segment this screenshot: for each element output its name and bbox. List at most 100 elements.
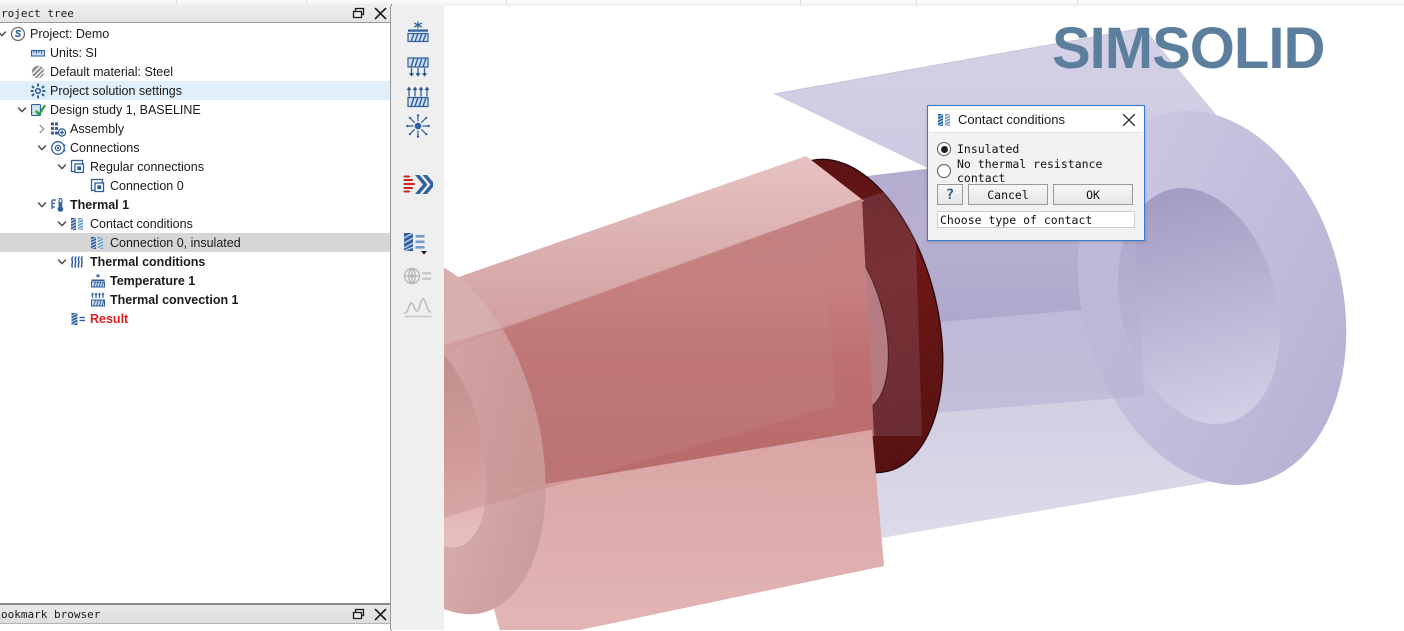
chevron-down-icon[interactable] bbox=[55, 252, 69, 271]
connection-icon bbox=[89, 176, 107, 195]
dialog-button-row: ? Cancel OK bbox=[937, 184, 1135, 205]
tree-item-label: Contact conditions bbox=[90, 217, 193, 231]
tree-item-label: Assembly bbox=[70, 122, 124, 136]
radio-no-thermal-resistance-indicator[interactable] bbox=[937, 164, 951, 178]
radio-option-no-thermal-resistance[interactable]: No thermal resistance contact bbox=[937, 161, 1135, 181]
tree-item-thermal-1[interactable]: Thermal 1 bbox=[0, 195, 391, 214]
result-icon bbox=[69, 309, 87, 328]
tree-item-default-material-steel[interactable]: Default material: Steel bbox=[0, 62, 391, 81]
tree-item-thermal-convection-1[interactable]: Thermal convection 1 bbox=[0, 290, 391, 309]
chevron-down-icon[interactable] bbox=[55, 157, 69, 176]
tree-spacer bbox=[75, 290, 89, 309]
close-icon[interactable] bbox=[1119, 110, 1139, 130]
close-icon[interactable] bbox=[374, 608, 387, 621]
assembly-icon bbox=[49, 119, 67, 138]
project-tree-panel: roject tree Project: Demo Units: SI Defaul… bbox=[0, 4, 392, 604]
tree-spacer bbox=[75, 176, 89, 195]
tree-item-connection-0[interactable]: Connection 0 bbox=[0, 176, 391, 195]
tree-item-label: Result bbox=[90, 312, 128, 326]
tree-item-label: Thermal conditions bbox=[90, 255, 205, 269]
tree-item-label: Temperature 1 bbox=[110, 274, 195, 288]
tree-item-units-si[interactable]: Units: SI bbox=[0, 43, 391, 62]
tree-item-design-study-1-baseline[interactable]: Design study 1, BASELINE bbox=[0, 100, 391, 119]
tree-item-connections[interactable]: Connections bbox=[0, 138, 391, 157]
tree-item-connection-0-insulated[interactable]: Connection 0, insulated bbox=[0, 233, 391, 252]
tree-item-label: Thermal 1 bbox=[70, 198, 129, 212]
tree-item-temperature-1[interactable]: Temperature 1 bbox=[0, 271, 391, 290]
tree-spacer bbox=[15, 81, 29, 100]
model-render bbox=[444, 6, 1404, 630]
tree-item-label: Default material: Steel bbox=[50, 65, 173, 79]
3d-viewport[interactable]: SIMSOLID Conta bbox=[444, 6, 1404, 630]
tree-item-label: Units: SI bbox=[50, 46, 97, 60]
chevron-down-icon[interactable] bbox=[35, 138, 49, 157]
tree-item-label: Connections bbox=[70, 141, 140, 155]
tree-item-contact-conditions[interactable]: Contact conditions bbox=[0, 214, 391, 233]
radio-no-thermal-resistance-label: No thermal resistance contact bbox=[957, 157, 1135, 185]
chevron-right-icon[interactable] bbox=[35, 119, 49, 138]
help-button[interactable]: ? bbox=[937, 184, 963, 205]
close-icon[interactable] bbox=[374, 7, 387, 20]
dialog-titlebar: Contact conditions bbox=[929, 107, 1143, 133]
tree-spacer bbox=[75, 233, 89, 252]
simsolid-project-icon bbox=[9, 24, 27, 43]
project-tree-title: roject tree bbox=[1, 7, 74, 20]
radio-insulated-indicator[interactable] bbox=[937, 142, 951, 156]
tree-item-project-demo[interactable]: Project: Demo bbox=[0, 24, 391, 43]
contact-conditions-icon bbox=[89, 233, 107, 252]
restore-icon[interactable] bbox=[352, 7, 365, 20]
radio-option-insulated[interactable]: Insulated bbox=[937, 139, 1135, 159]
connections-icon bbox=[49, 138, 67, 157]
chevron-down-icon[interactable] bbox=[35, 195, 49, 214]
chevron-down-icon[interactable] bbox=[55, 214, 69, 233]
radiation-icon[interactable] bbox=[391, 109, 445, 143]
tree-spacer bbox=[75, 271, 89, 290]
dialog-title: Contact conditions bbox=[958, 112, 1065, 127]
heat-flux-icon[interactable] bbox=[391, 16, 445, 50]
tree-spacer bbox=[15, 62, 29, 81]
results-dropdown-icon[interactable] bbox=[391, 226, 445, 260]
global-response-icon bbox=[391, 259, 445, 293]
convection-icon bbox=[89, 290, 107, 309]
ok-button[interactable]: OK bbox=[1053, 184, 1133, 205]
radio-insulated-label: Insulated bbox=[957, 142, 1019, 156]
bookmark-browser-title: ookmark browser bbox=[1, 608, 100, 621]
tree-item-label: Regular connections bbox=[90, 160, 204, 174]
tree-item-assembly[interactable]: Assembly bbox=[0, 119, 391, 138]
contact-conditions-icon bbox=[934, 112, 956, 128]
thermometer-icon bbox=[49, 195, 67, 214]
tree-item-project-solution-settings[interactable]: Project solution settings bbox=[0, 81, 391, 100]
application-window: roject tree Project: Demo Units: SI Defaul… bbox=[0, 0, 1404, 630]
gear-icon bbox=[29, 81, 47, 100]
thermal-conditions-icon bbox=[69, 252, 87, 271]
run-analysis-icon[interactable] bbox=[391, 168, 445, 202]
tree-item-thermal-conditions[interactable]: Thermal conditions bbox=[0, 252, 391, 271]
thermal-toolbar bbox=[390, 6, 445, 630]
dialog-hint-bar: Choose type of contact bbox=[937, 211, 1135, 228]
tree-item-label: Connection 0, insulated bbox=[110, 236, 241, 250]
tree-item-result[interactable]: Result bbox=[0, 309, 391, 328]
project-tree-list[interactable]: Project: Demo Units: SI Default material: … bbox=[0, 24, 391, 603]
material-layers-icon bbox=[29, 62, 47, 81]
tree-item-label: Project solution settings bbox=[50, 84, 182, 98]
dialog-body: Insulated No thermal resistance contact … bbox=[929, 133, 1143, 239]
bookmark-browser-panel: ookmark browser bbox=[0, 604, 392, 631]
bookmark-browser-titlebar: ookmark browser bbox=[0, 605, 391, 624]
chevron-down-icon[interactable] bbox=[15, 100, 29, 119]
contact-conditions-icon bbox=[69, 214, 87, 233]
restore-icon[interactable] bbox=[352, 608, 365, 621]
dialog-hint-text: Choose type of contact bbox=[940, 213, 1092, 227]
tree-item-label: Connection 0 bbox=[110, 179, 184, 193]
tree-item-regular-connections[interactable]: Regular connections bbox=[0, 157, 391, 176]
tree-item-label: Design study 1, BASELINE bbox=[50, 103, 201, 117]
contact-conditions-dialog[interactable]: Contact conditions Insulated No thermal … bbox=[927, 105, 1145, 241]
tree-item-label: Thermal convection 1 bbox=[110, 293, 239, 307]
tree-spacer bbox=[55, 309, 69, 328]
cancel-button[interactable]: Cancel bbox=[968, 184, 1048, 205]
chevron-down-icon[interactable] bbox=[0, 24, 9, 43]
connection-icon bbox=[69, 157, 87, 176]
tree-item-label: Project: Demo bbox=[30, 27, 109, 41]
ruler-icon bbox=[29, 43, 47, 62]
project-tree-titlebar: roject tree bbox=[0, 4, 391, 23]
tree-spacer bbox=[15, 43, 29, 62]
